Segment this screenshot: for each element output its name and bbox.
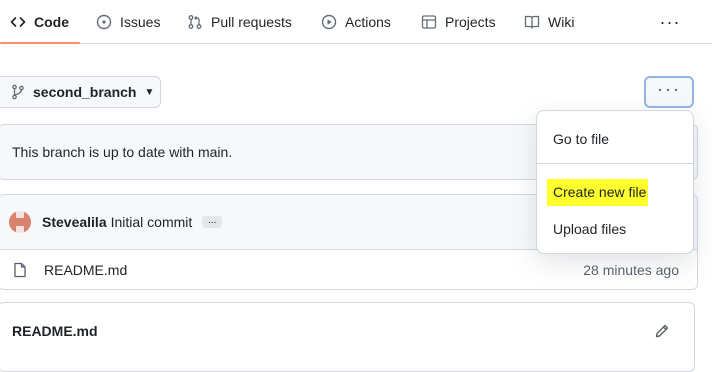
menu-divider — [537, 163, 693, 164]
active-tab-underline — [0, 42, 80, 44]
tab-label: Actions — [345, 14, 391, 30]
tab-label: Pull requests — [211, 14, 292, 30]
tab-pull-requests[interactable]: Pull requests — [187, 0, 292, 44]
tab-label: Issues — [120, 14, 161, 30]
tab-label: Wiki — [548, 14, 575, 30]
code-icon — [10, 14, 26, 30]
file-actions-menu: Go to file Create new file Upload files — [536, 110, 694, 254]
triangle-down-icon: ▼ — [144, 86, 155, 98]
nav-more-button[interactable]: ··· — [654, 8, 686, 36]
repo-nav: Code Issues Pull requests Actions Projec… — [0, 0, 712, 44]
tab-actions[interactable]: Actions — [321, 0, 391, 44]
branch-selector-button[interactable]: second_branch ▼ — [0, 76, 161, 108]
play-icon — [321, 14, 337, 30]
table-row: README.md 28 minutes ago — [0, 249, 697, 289]
menu-item-create-new-file[interactable]: Create new file — [547, 179, 649, 206]
file-actions-button[interactable]: ··· — [644, 76, 694, 108]
commit-author[interactable]: Stevealila — [42, 214, 107, 230]
tab-issues[interactable]: Issues — [96, 0, 160, 44]
readme-panel: README.md — [0, 302, 695, 372]
git-pull-request-icon — [187, 14, 203, 30]
menu-item-go-to-file[interactable]: Go to file — [553, 131, 609, 147]
tab-label: Projects — [445, 14, 496, 30]
table-icon — [421, 14, 437, 30]
file-timestamp: 28 minutes ago — [583, 262, 679, 278]
readme-title[interactable]: README.md — [12, 323, 98, 339]
commit-message[interactable]: Initial commit — [111, 214, 193, 230]
commit-details-toggle[interactable]: ... — [202, 215, 223, 228]
menu-item-upload-files[interactable]: Upload files — [553, 221, 626, 237]
tab-projects[interactable]: Projects — [421, 0, 496, 44]
tab-wiki[interactable]: Wiki — [524, 0, 574, 44]
kebab-horizontal-icon: ··· — [657, 78, 681, 99]
tab-label: Code — [34, 14, 69, 30]
file-icon — [13, 262, 27, 278]
git-branch-icon — [11, 84, 25, 100]
branch-status-text: This branch is up to date with main. — [12, 144, 233, 160]
book-icon — [524, 14, 540, 30]
pencil-icon[interactable] — [654, 323, 670, 344]
branch-name: second_branch — [33, 84, 137, 100]
kebab-horizontal-icon: ··· — [659, 11, 681, 32]
issue-opened-icon — [96, 14, 112, 30]
tab-code[interactable]: Code — [10, 0, 69, 44]
file-name-link[interactable]: README.md — [44, 262, 127, 278]
avatar[interactable] — [9, 211, 31, 233]
